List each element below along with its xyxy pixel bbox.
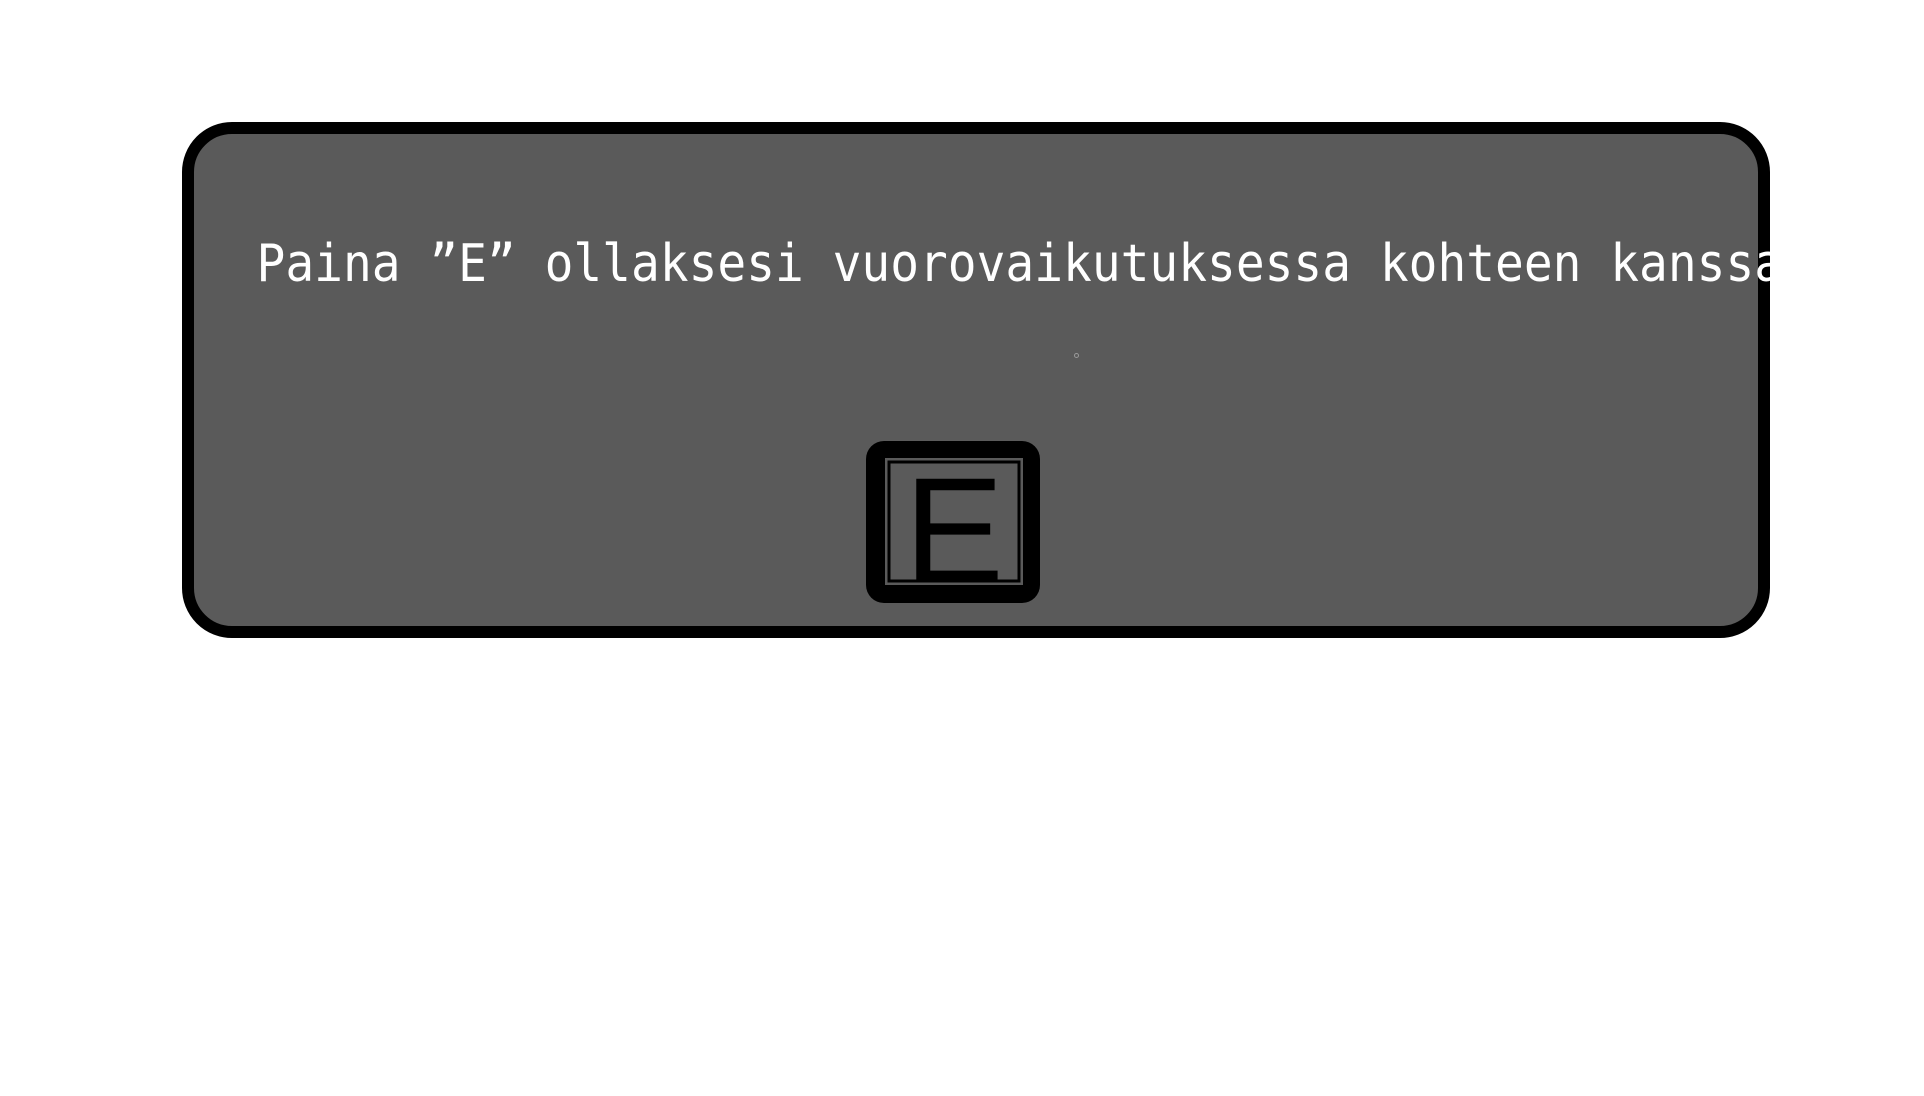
e-key-icon: E (858, 433, 1048, 611)
crosshair-dot-icon (1074, 353, 1079, 358)
interaction-prompt-text: Paina ”E” ollaksesi vuorovaikutuksessa k… (256, 234, 1784, 294)
e-key-label: E (904, 446, 1004, 611)
game-screen: Paina ”E” ollaksesi vuorovaikutuksessa k… (0, 0, 1924, 1096)
interaction-prompt-panel: Paina ”E” ollaksesi vuorovaikutuksessa k… (182, 122, 1784, 638)
